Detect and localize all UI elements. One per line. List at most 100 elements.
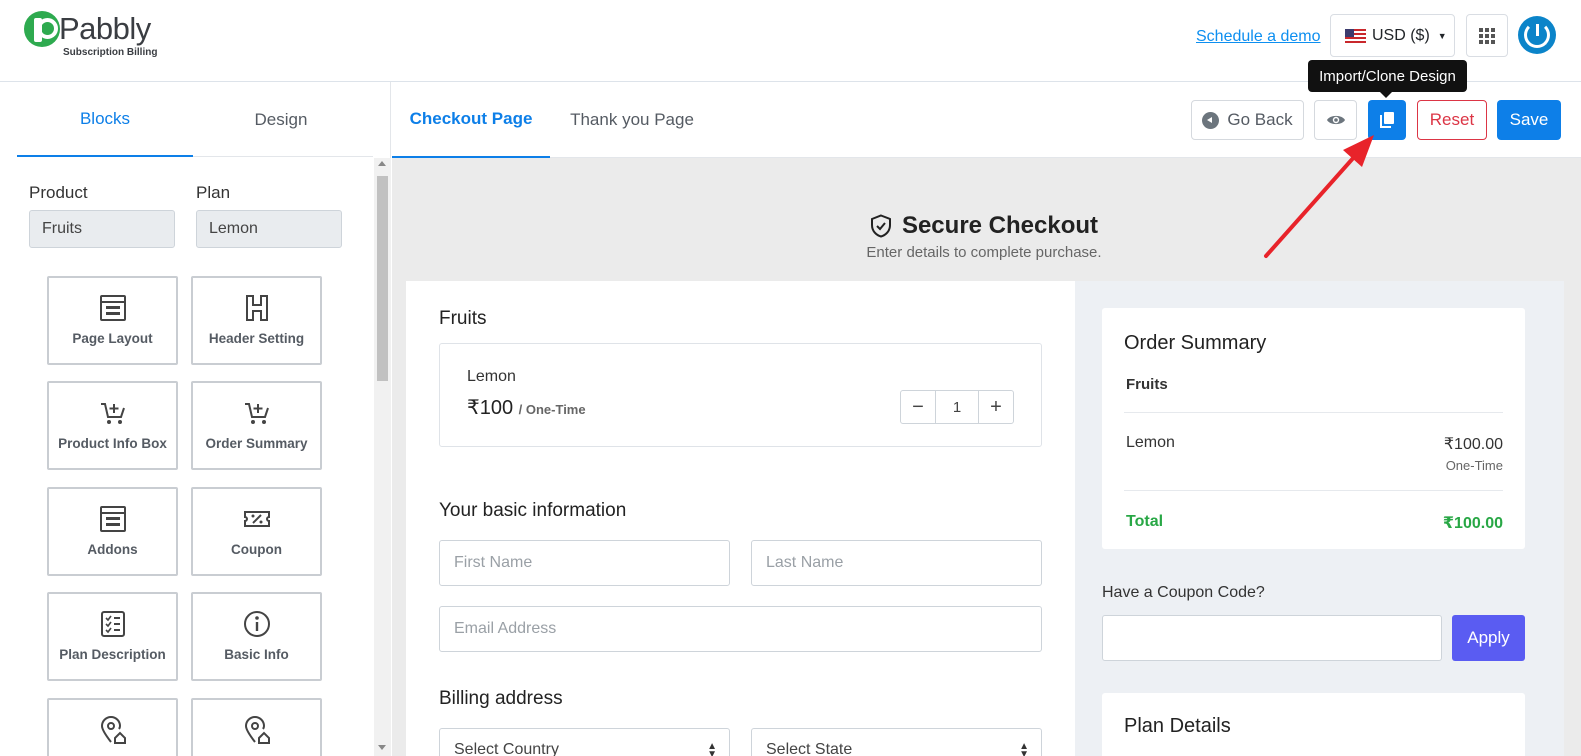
quantity-stepper: − 1 +: [900, 390, 1014, 424]
block-partial-1[interactable]: [47, 698, 178, 756]
currency-dropdown[interactable]: USD ($) ▼: [1330, 14, 1455, 57]
scrollbar-thumb[interactable]: [377, 176, 388, 381]
block-plan-description[interactable]: Plan Description: [47, 592, 178, 681]
apps-menu-button[interactable]: [1466, 14, 1508, 57]
block-page-layout[interactable]: Page Layout: [47, 276, 178, 365]
state-select-label: Select State: [766, 741, 853, 756]
checklist-icon: [100, 611, 125, 637]
currency-label: USD ($): [1372, 26, 1430, 44]
go-back-label: Go Back: [1227, 110, 1293, 129]
order-summary-title: Order Summary: [1124, 332, 1267, 354]
block-label: Page Layout: [72, 331, 153, 346]
plan-label: Plan: [196, 183, 231, 202]
order-item-frequency: One-Time: [1445, 458, 1503, 473]
tab-design[interactable]: Design: [193, 82, 369, 157]
plus-icon[interactable]: +: [979, 391, 1013, 423]
secure-checkout-title: Secure Checkout: [392, 212, 1581, 240]
select-arrows-icon: ▲ ▼: [707, 741, 717, 756]
us-flag-icon: [1345, 28, 1366, 43]
location-home-icon: [100, 716, 126, 744]
tab-checkout-page[interactable]: Checkout Page: [392, 82, 550, 158]
info-icon: [243, 611, 270, 637]
copy-icon: [1380, 112, 1394, 128]
first-name-input[interactable]: First Name: [439, 540, 730, 586]
divider: [1124, 412, 1503, 413]
block-label: Addons: [87, 542, 138, 557]
state-select[interactable]: Select State ▲ ▼: [751, 728, 1042, 756]
block-product-info-box[interactable]: Product Info Box: [47, 381, 178, 470]
plan-field[interactable]: Lemon: [196, 210, 342, 248]
plan-price: ₹100 / One-Time: [467, 395, 586, 420]
back-arrow-icon: [1202, 111, 1220, 129]
checkout-subtitle: Enter details to complete purchase.: [866, 244, 1102, 261]
scroll-up-icon[interactable]: [378, 161, 386, 166]
block-coupon[interactable]: Coupon: [191, 487, 322, 576]
block-partial-2[interactable]: [191, 698, 322, 756]
quantity-value[interactable]: 1: [935, 391, 979, 423]
country-select[interactable]: Select Country ▲ ▼: [439, 728, 730, 756]
block-label: Order Summary: [205, 436, 308, 451]
block-header-setting[interactable]: Header Setting: [191, 276, 322, 365]
divider: [1124, 490, 1503, 491]
order-summary-product: Fruits: [1126, 376, 1168, 393]
apply-coupon-button[interactable]: Apply: [1452, 615, 1525, 661]
sidebar: Blocks Design Product Fruits Plan Lemon …: [0, 82, 391, 756]
block-label: Header Setting: [208, 331, 305, 346]
checkout-preview-canvas: Secure Checkout Enter details to complet…: [392, 158, 1581, 756]
order-summary-card: Order Summary Fruits Lemon ₹100.00 One-T…: [1102, 308, 1525, 549]
coupon-label: Have a Coupon Code?: [1102, 584, 1265, 601]
plan-name: Lemon: [467, 368, 516, 385]
sidebar-tabs: Blocks Design: [17, 82, 373, 157]
import-clone-button[interactable]: [1368, 100, 1406, 140]
block-label: Plan Description: [59, 647, 166, 662]
order-item-amount: ₹100.00: [1443, 436, 1503, 453]
billing-heading: Billing address: [439, 688, 563, 709]
import-clone-tooltip: Import/Clone Design: [1308, 60, 1467, 98]
plan-details-card: Plan Details: [1102, 693, 1525, 756]
summary-panel: Order Summary Fruits Lemon ₹100.00 One-T…: [1075, 281, 1564, 756]
product-heading: Fruits: [439, 308, 487, 329]
sidebar-scrollbar[interactable]: [374, 158, 391, 756]
minus-icon[interactable]: −: [901, 391, 935, 423]
logo-text: Pabbly: [59, 11, 151, 46]
coupon-input[interactable]: [1102, 615, 1442, 661]
block-addons[interactable]: Addons: [47, 487, 178, 576]
eye-icon: [1326, 115, 1345, 125]
block-label: Basic Info: [224, 647, 289, 662]
email-input[interactable]: Email Address: [439, 606, 1042, 652]
caret-down-icon: ▼: [1437, 30, 1447, 41]
schedule-demo-link[interactable]: Schedule a demo: [1196, 28, 1321, 46]
secure-checkout-text: Secure Checkout: [901, 212, 1099, 239]
grid-icon: [1479, 27, 1495, 44]
scroll-down-icon[interactable]: [378, 745, 386, 750]
layout-icon: [99, 295, 126, 321]
save-button[interactable]: Save: [1497, 100, 1561, 140]
block-order-summary[interactable]: Order Summary: [191, 381, 322, 470]
basic-info-heading: Your basic information: [439, 500, 627, 521]
tab-blocks[interactable]: Blocks: [17, 82, 193, 157]
plan-price-amount: ₹100: [467, 397, 514, 419]
checkout-form-panel: Fruits Lemon ₹100 / One-Time − 1 + Your …: [406, 281, 1075, 756]
shield-check-icon: [870, 214, 891, 238]
product-field[interactable]: Fruits: [29, 210, 175, 248]
order-item-name: Lemon: [1126, 434, 1175, 451]
total-amount: ₹100.00: [1442, 515, 1503, 532]
go-back-button[interactable]: Go Back: [1191, 100, 1304, 140]
editor-toolbar: Checkout Page Thank you Page Go Back Res…: [392, 82, 1581, 158]
plan-card: Lemon ₹100 / One-Time − 1 +: [439, 343, 1042, 447]
user-avatar-power-icon[interactable]: [1518, 16, 1556, 54]
reset-button[interactable]: Reset: [1417, 100, 1487, 140]
product-label: Product: [29, 183, 88, 202]
coupon-icon: [243, 511, 270, 527]
pabbly-logo[interactable]: Pabbly Subscription Billing: [24, 11, 174, 63]
block-basic-info[interactable]: Basic Info: [191, 592, 322, 681]
last-name-input[interactable]: Last Name: [751, 540, 1042, 586]
tab-thank-you-page[interactable]: Thank you Page: [550, 82, 714, 158]
plan-price-frequency: / One-Time: [518, 402, 586, 417]
logo-subtitle: Subscription Billing: [63, 47, 158, 58]
cart-plus-icon: [244, 403, 269, 424]
header-h-icon: [245, 295, 268, 321]
preview-button[interactable]: [1314, 100, 1357, 140]
country-select-label: Select Country: [454, 741, 559, 756]
layout-icon: [99, 506, 126, 532]
